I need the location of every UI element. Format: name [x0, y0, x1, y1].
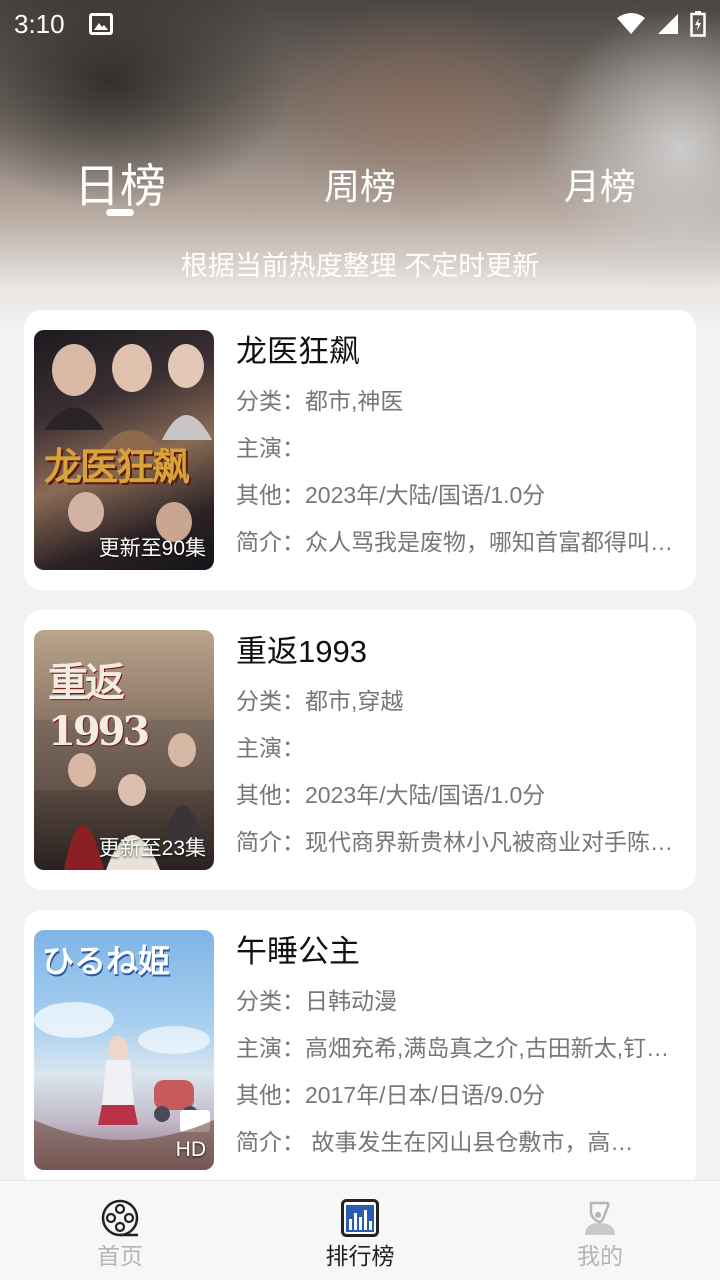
poster-image: 龙医狂飙 更新至90集	[34, 330, 214, 570]
item-other: 其他：2023年/大陆/国语/1.0分	[236, 482, 546, 508]
episode-badge: 更新至23集	[98, 837, 206, 860]
nav-mine-label: 我的	[577, 1243, 623, 1269]
quality-badge: HD	[175, 1138, 206, 1161]
item-title: 午睡公主	[236, 934, 360, 969]
item-other: 其他：2017年/日本/日语/9.0分	[236, 1082, 546, 1108]
list-item[interactable]: 龙医狂飙 更新至90集 龙医狂飙 分类：都市,神医 主演： 其他：2023年/大…	[24, 310, 696, 590]
item-intro: 简介：众人骂我是废物，哪知首富都得叫…	[236, 529, 673, 555]
nav-home[interactable]: 首页	[0, 1181, 240, 1280]
item-category: 分类：日韩动漫	[236, 988, 397, 1014]
poster-title-art: 龙医狂飙	[44, 444, 190, 489]
tab-daily[interactable]: 日榜	[60, 150, 180, 216]
poster-image: 重返1993 更新至23集	[34, 630, 214, 870]
status-icons	[616, 11, 706, 37]
battery-icon	[690, 11, 706, 37]
list-item[interactable]: ひるね姫 HD 午睡公主 分类：日韩动漫 主演：高畑充希,满岛真之介,古田新太,…	[24, 910, 696, 1190]
item-cast: 主演：	[236, 735, 305, 761]
nav-home-label: 首页	[97, 1243, 143, 1269]
wifi-icon	[617, 13, 645, 34]
nav-ranking[interactable]: 排行榜	[240, 1181, 480, 1280]
ranking-tabs: 日榜 周榜 月榜	[0, 150, 720, 230]
ranking-list: 龙医狂飙 更新至90集 龙医狂飙 分类：都市,神医 主演： 其他：2023年/大…	[24, 310, 696, 1210]
nav-mine[interactable]: 我的	[480, 1181, 720, 1280]
signal-icon	[658, 14, 678, 34]
item-intro: 简介：现代商界新贵林小凡被商业对手陈…	[236, 829, 673, 855]
status-bar: 3:10	[0, 0, 720, 48]
tab-indicator	[106, 209, 134, 216]
item-cast: 主演：	[236, 435, 305, 461]
poster-title-art: ひるね姫	[42, 942, 171, 980]
list-item[interactable]: 重返1993 更新至23集 重返1993 分类：都市,穿越 主演： 其他：202…	[24, 610, 696, 890]
ranking-subtitle: 根据当前热度整理 不定时更新	[180, 251, 540, 281]
bottom-navigation: 首页 排行榜 我的	[0, 1180, 720, 1280]
item-intro: 简介： 故事发生在冈山县仓敷市，高…	[236, 1129, 634, 1155]
nav-ranking-label: 排行榜	[325, 1243, 395, 1269]
item-cast: 主演：高畑充希,满岛真之介,古田新太,钉…	[236, 1035, 670, 1061]
tab-monthly[interactable]: 月榜	[540, 158, 660, 210]
poster-image: ひるね姫 HD	[34, 930, 214, 1170]
item-other: 其他：2023年/大陆/国语/1.0分	[236, 782, 546, 808]
item-category: 分类：都市,神医	[236, 388, 404, 414]
item-info: 午睡公主 分类：日韩动漫 主演：高畑充希,满岛真之介,古田新太,钉… 其他：20…	[236, 930, 686, 1166]
episode-badge: 更新至90集	[98, 537, 206, 560]
status-time: 3:10	[14, 8, 65, 39]
poster-title-art: 重返1993	[48, 659, 150, 755]
item-title: 龙医狂飙	[236, 334, 360, 369]
tab-weekly[interactable]: 周榜	[300, 158, 420, 210]
item-info: 重返1993 分类：都市,穿越 主演： 其他：2023年/大陆/国语/1.0分 …	[236, 630, 686, 866]
image-icon	[88, 13, 113, 35]
profile-icon	[585, 1201, 615, 1235]
item-info: 龙医狂飙 分类：都市,神医 主演： 其他：2023年/大陆/国语/1.0分 简介…	[236, 330, 686, 566]
item-category: 分类：都市,穿越	[236, 688, 404, 714]
bar-chart-icon	[341, 1199, 379, 1237]
item-title: 重返1993	[236, 634, 367, 669]
film-reel-icon	[101, 1199, 139, 1237]
